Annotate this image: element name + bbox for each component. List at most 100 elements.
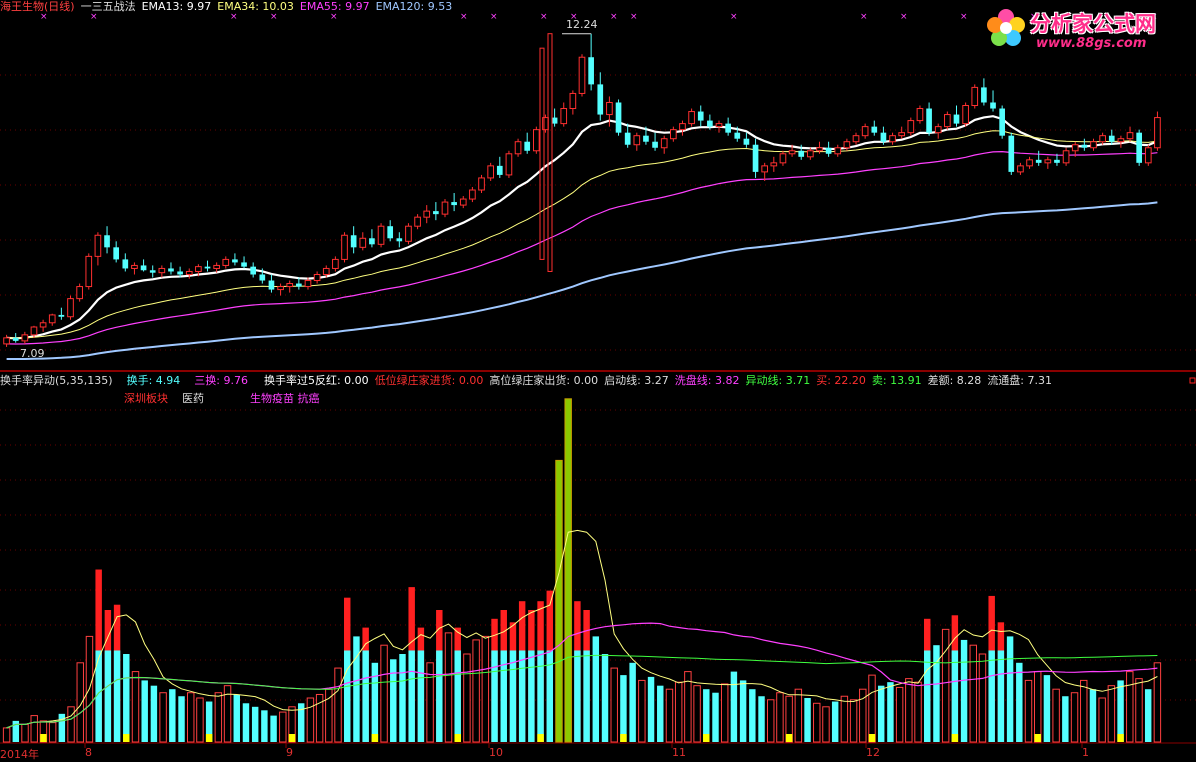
candle-body-up xyxy=(1071,144,1079,152)
candle-body-up xyxy=(1062,150,1070,164)
candle-body-up xyxy=(514,141,522,155)
turnover-bar-up xyxy=(674,681,683,743)
candle-body-down xyxy=(232,259,238,263)
turnover-bar-base xyxy=(417,650,425,742)
candle-body-up xyxy=(313,273,321,282)
candle-body-down xyxy=(149,270,156,273)
signal-marker xyxy=(288,734,296,742)
turnover-bar-down xyxy=(647,676,655,742)
indicator-info-bar: 换手率异动(5,35,135) 换手: 4.94 三换: 9.76 换手率过5反红: … xyxy=(0,374,1058,387)
candle-body-up xyxy=(542,117,549,131)
turnover-bar-up xyxy=(1070,692,1079,743)
candle-body-up xyxy=(670,129,677,140)
candle-body-down xyxy=(451,202,457,206)
signal-marker xyxy=(620,734,627,742)
turnover-bar-up xyxy=(941,628,950,743)
candle-body-up xyxy=(459,198,467,206)
stock-name: 海王生物(日线) xyxy=(0,0,75,13)
candle-body-up xyxy=(405,225,412,242)
candle-body-up xyxy=(761,165,769,173)
turnover-bar-up xyxy=(1033,671,1042,743)
candle-body-up xyxy=(478,177,485,191)
candle-body-down xyxy=(204,266,211,269)
turnover-bar-down xyxy=(877,685,885,742)
x-label-aug: 8 xyxy=(85,746,92,759)
turnover-bar-base xyxy=(997,650,1005,742)
ema34-value: EMA34: 10.03 xyxy=(217,0,294,13)
candle-body-up xyxy=(158,267,166,274)
candle-body-up xyxy=(861,126,869,137)
candle-body-up xyxy=(423,210,431,218)
turnover-bar-base xyxy=(528,650,535,742)
spike-marker xyxy=(539,47,545,260)
turnover-bar-up xyxy=(472,639,480,743)
candle-body-up xyxy=(85,255,93,288)
candle-body-up xyxy=(779,153,787,164)
turnover-bar-up xyxy=(840,695,849,743)
signal-marker xyxy=(1034,734,1041,742)
turnover-bar-down xyxy=(58,713,66,742)
indicator-name: 换手率异动(5,35,135) xyxy=(0,374,113,387)
turnover-bar-spike xyxy=(555,459,563,743)
candle-body-up xyxy=(560,108,568,125)
candle-body-up xyxy=(569,92,577,110)
turnover-bar-up xyxy=(813,702,821,743)
turnover-bar-up xyxy=(1080,679,1088,743)
candle-body-down xyxy=(177,271,183,275)
sanhuan-value: 三换: 9.76 xyxy=(194,374,248,387)
candle-body-down xyxy=(524,141,531,151)
turnover-bar-up xyxy=(665,688,674,743)
candle-body-up xyxy=(414,216,421,227)
x-marker: × xyxy=(860,12,868,22)
candle-body-up xyxy=(277,286,284,291)
turnover-bar-down xyxy=(123,654,130,742)
x-label-dec: 12 xyxy=(866,746,880,759)
candle-body-up xyxy=(441,201,449,215)
qidong-value: 启动线: 3.27 xyxy=(604,374,669,387)
candle-body-up xyxy=(944,114,951,128)
candle-body-down xyxy=(122,259,129,269)
huanshou-value: 换手: 4.94 xyxy=(126,374,181,387)
turnover-bar-up xyxy=(2,727,11,743)
candle-body-up xyxy=(30,326,38,336)
candle-body-up xyxy=(195,266,202,272)
candle-body-down xyxy=(643,135,649,142)
x-label-oct: 10 xyxy=(489,746,503,759)
guo5-value: 换手率过5反红: 0.00 xyxy=(263,374,369,387)
turnover-bar-base xyxy=(104,650,112,742)
candle-body-up xyxy=(1090,141,1097,149)
turnover-bar-up xyxy=(279,711,287,743)
tags-bar: 深圳板块 医药 生物疫苗 抗癌 xyxy=(0,392,326,405)
x-marker: × xyxy=(730,12,738,22)
candlesticks xyxy=(3,33,1161,347)
x-label-sep: 9 xyxy=(286,746,293,759)
turnover-bar-up xyxy=(334,667,342,743)
candle-body-up xyxy=(834,147,842,155)
candle-body-down xyxy=(1054,159,1060,163)
candle-body-up xyxy=(715,123,723,128)
spike-marker xyxy=(547,33,553,272)
candle-body-down xyxy=(652,141,658,148)
chae-value: 差额: 8.28 xyxy=(927,374,982,387)
turnover-bar-down xyxy=(601,654,609,742)
candle-body-down xyxy=(396,238,403,242)
turnover-bar-up xyxy=(776,692,784,743)
candle-body-up xyxy=(76,286,83,300)
turnover-bar-up xyxy=(849,699,858,743)
candle-body-up xyxy=(889,135,896,143)
signal-marker xyxy=(868,734,876,742)
candle-body-down xyxy=(734,132,741,139)
candle-body-down xyxy=(624,132,631,145)
turnover-bar-up xyxy=(30,715,38,743)
candle-body-down xyxy=(990,102,996,109)
candle-body-up xyxy=(487,165,494,179)
x-marker: × xyxy=(270,12,278,22)
candle-body-down xyxy=(880,132,887,142)
candle-body-up xyxy=(222,258,230,266)
turnover-bar-up xyxy=(693,685,701,743)
board-tag: 深圳板块 xyxy=(124,392,168,405)
turnover-bar-base xyxy=(518,650,526,742)
turnover-bar-base xyxy=(951,650,959,742)
turnover-bar-up xyxy=(969,644,977,743)
candle-body-up xyxy=(1126,132,1134,140)
